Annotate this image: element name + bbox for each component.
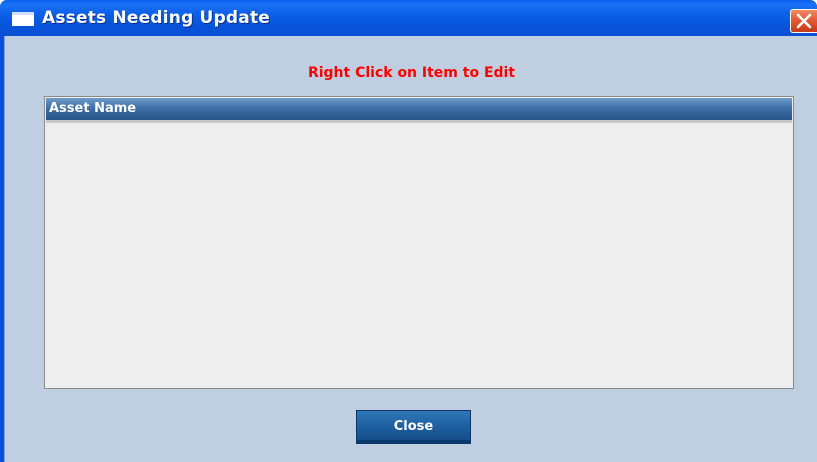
list-body[interactable] [46, 124, 792, 388]
instruction-text: Right Click on Item to Edit [307, 65, 516, 81]
column-header-asset-name[interactable]: Asset Name [49, 101, 136, 117]
close-x-icon [796, 13, 812, 29]
window-title: Assets Needing Update [42, 8, 271, 28]
list-header[interactable]: Asset Name [46, 98, 792, 123]
title-bar[interactable]: Assets Needing Update [0, 0, 817, 36]
window-icon [12, 12, 34, 26]
dialog-body: Right Click on Item to Edit Asset Name C… [4, 36, 817, 462]
assets-needing-update-window: Assets Needing Update Right Click on Ite… [0, 0, 817, 462]
assets-list[interactable]: Asset Name [44, 96, 794, 389]
close-button[interactable]: Close [356, 410, 471, 444]
window-close-button[interactable] [790, 9, 817, 33]
